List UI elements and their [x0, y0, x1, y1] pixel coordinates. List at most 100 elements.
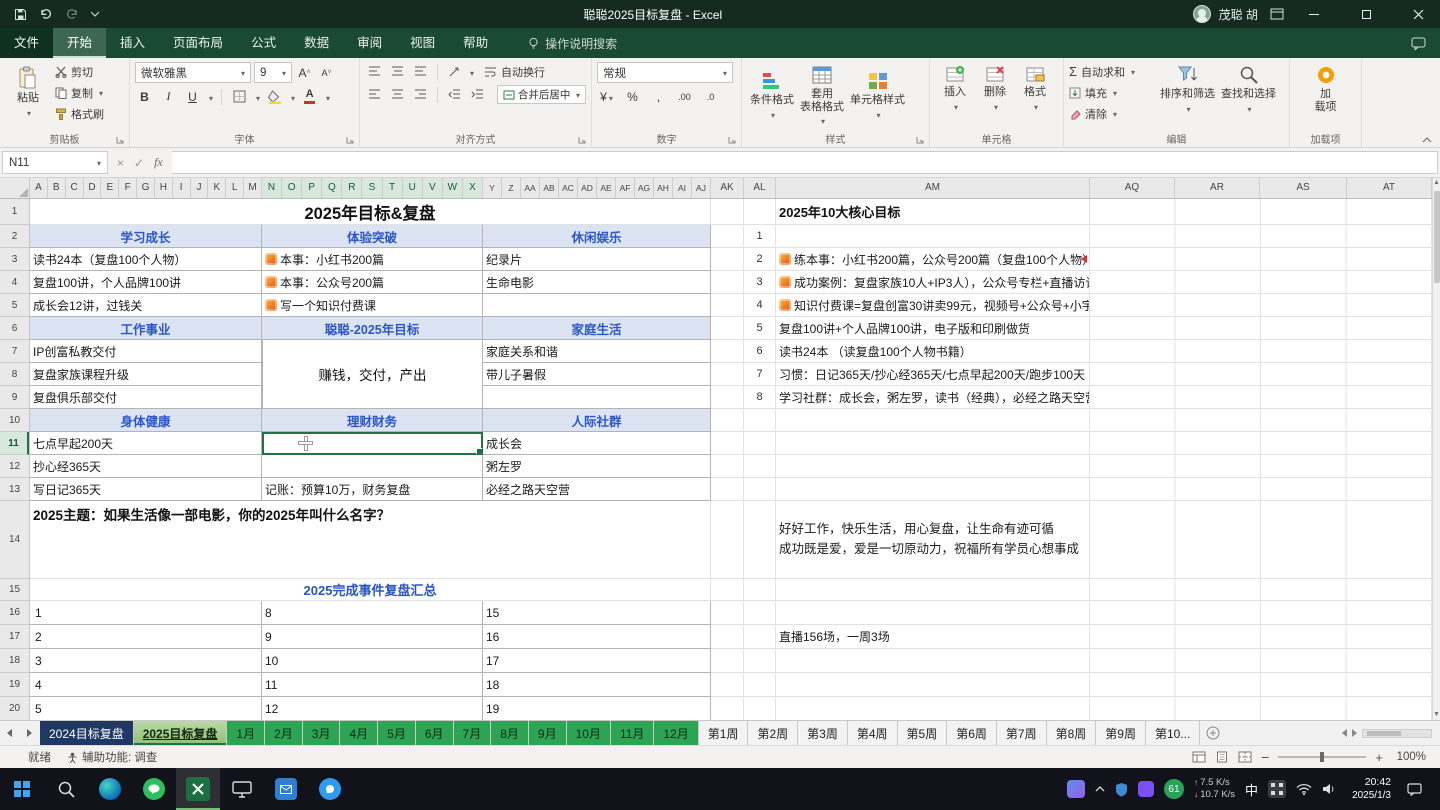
- summary-title[interactable]: 2025完成事件复盘汇总: [30, 579, 711, 601]
- column-header[interactable]: AF: [616, 178, 635, 198]
- cell[interactable]: 本事：小红书200篇: [262, 248, 483, 271]
- sheet-tab[interactable]: 第5周: [898, 721, 948, 745]
- sheet-tab[interactable]: 第3周: [798, 721, 848, 745]
- section-header-breakthrough[interactable]: 体验突破: [262, 225, 483, 248]
- action-center-icon[interactable]: [1407, 783, 1422, 796]
- column-header[interactable]: K: [208, 178, 226, 198]
- menu-tab[interactable]: 页面布局: [159, 28, 237, 58]
- undo-icon[interactable]: [39, 8, 53, 20]
- insert-function-icon[interactable]: fx: [154, 155, 163, 170]
- cell[interactable]: [711, 248, 744, 271]
- section-header-health[interactable]: 身体健康: [30, 409, 262, 432]
- cell[interactable]: 3: [30, 649, 262, 673]
- menu-tab[interactable]: 审阅: [343, 28, 396, 58]
- sheet-nav-right-icon[interactable]: [20, 721, 40, 745]
- column-header[interactable]: AS: [1260, 178, 1347, 198]
- column-header-selected[interactable]: O: [282, 178, 302, 198]
- sheet-tab[interactable]: 7月: [454, 721, 492, 745]
- column-header[interactable]: F: [119, 178, 137, 198]
- cell[interactable]: 写一个知识付费课: [262, 294, 483, 317]
- column-header[interactable]: M: [244, 178, 262, 198]
- shrink-font-button[interactable]: A˅: [317, 63, 336, 82]
- format-painter-button[interactable]: 格式刷: [55, 104, 104, 123]
- delete-cells-button[interactable]: 删除: [975, 62, 1015, 115]
- cell[interactable]: [1090, 363, 1432, 386]
- cell[interactable]: [711, 601, 744, 625]
- column-header[interactable]: AM: [776, 178, 1090, 198]
- sheet-tab[interactable]: 3月: [303, 721, 341, 745]
- italic-button[interactable]: I: [159, 87, 178, 106]
- cell[interactable]: 读书24本 （读复盘100个人物书籍）: [776, 340, 1090, 363]
- decrease-decimal-button[interactable]: .0: [701, 87, 720, 106]
- blessing-text[interactable]: 好好工作，快乐生活，用心复盘，让生命有迹可循成功既是爱，爱是一切原动力，祝福所有…: [776, 501, 1090, 579]
- scrollbar-thumb[interactable]: [1434, 191, 1440, 283]
- align-center-icon[interactable]: [388, 85, 407, 104]
- cell[interactable]: [711, 409, 744, 432]
- sheet-tab[interactable]: 第10...: [1146, 721, 1200, 745]
- cell[interactable]: [1090, 409, 1432, 432]
- cell[interactable]: 七点早起200天: [30, 432, 262, 455]
- font-color-button[interactable]: A: [300, 87, 319, 106]
- menu-tab[interactable]: 数据: [290, 28, 343, 58]
- cell[interactable]: [711, 649, 744, 673]
- formula-input[interactable]: [172, 151, 1438, 174]
- column-header[interactable]: AH: [654, 178, 673, 198]
- new-sheet-button[interactable]: [1200, 721, 1226, 745]
- decrease-indent-icon[interactable]: [445, 85, 464, 104]
- sheet-tab[interactable]: 10月: [567, 721, 611, 745]
- cell[interactable]: [776, 579, 1090, 601]
- column-header-selected[interactable]: S: [362, 178, 382, 198]
- tray-purple-icon[interactable]: [1138, 781, 1154, 797]
- cell[interactable]: [711, 317, 744, 340]
- save-icon[interactable]: [14, 8, 27, 21]
- conditional-formatting-button[interactable]: 条件格式: [747, 68, 797, 123]
- cell[interactable]: [776, 409, 1090, 432]
- cell[interactable]: 4: [744, 294, 776, 317]
- cell[interactable]: 5: [744, 317, 776, 340]
- tray-app-icon[interactable]: [1067, 780, 1085, 798]
- column-header-selected[interactable]: W: [443, 178, 463, 198]
- cell[interactable]: [711, 363, 744, 386]
- sheet-tab[interactable]: 5月: [378, 721, 416, 745]
- dialog-launcher-icon[interactable]: [346, 136, 354, 144]
- cell[interactable]: [776, 649, 1090, 673]
- cell[interactable]: 3: [744, 271, 776, 294]
- cell[interactable]: [776, 478, 1090, 501]
- percent-style-button[interactable]: %: [623, 87, 642, 106]
- row-header[interactable]: 5: [0, 294, 29, 317]
- cell[interactable]: [1090, 649, 1432, 673]
- column-header[interactable]: AD: [578, 178, 597, 198]
- cell[interactable]: [744, 455, 776, 478]
- column-header[interactable]: E: [101, 178, 119, 198]
- align-middle-icon[interactable]: [388, 62, 407, 81]
- insert-cells-button[interactable]: 插入: [935, 62, 975, 115]
- cell[interactable]: [744, 697, 776, 720]
- format-as-table-button[interactable]: 套用表格格式: [797, 62, 847, 130]
- cell[interactable]: 练本事：小红书200篇，公众号200篇（复盘100个人物）: [776, 248, 1090, 271]
- row-header[interactable]: 8: [0, 363, 29, 386]
- cell[interactable]: 复盘100讲+个人品牌100讲，电子版和印刷做货: [776, 317, 1090, 340]
- fill-color-button[interactable]: [265, 87, 284, 106]
- align-left-icon[interactable]: [365, 85, 384, 104]
- redo-icon[interactable]: [65, 8, 79, 20]
- cell[interactable]: [744, 432, 776, 455]
- comma-style-button[interactable]: ,: [649, 87, 668, 106]
- cell[interactable]: [1090, 673, 1432, 697]
- sheet-tab[interactable]: 第6周: [947, 721, 997, 745]
- minimize-button[interactable]: [1292, 0, 1336, 28]
- sheet-tab[interactable]: 2024目标复盘: [40, 721, 134, 745]
- column-header[interactable]: AJ: [692, 178, 711, 198]
- cell[interactable]: [1090, 579, 1432, 601]
- row-header[interactable]: 4: [0, 271, 29, 294]
- cell[interactable]: 纪录片: [483, 248, 711, 271]
- cell[interactable]: 17: [483, 649, 711, 673]
- cell[interactable]: 5: [30, 697, 262, 720]
- cell[interactable]: 带儿子暑假: [483, 363, 711, 386]
- optimizer-badge[interactable]: 61: [1164, 779, 1184, 799]
- row-header[interactable]: 20: [0, 697, 29, 720]
- cell[interactable]: 18: [483, 673, 711, 697]
- align-top-icon[interactable]: [365, 62, 384, 81]
- column-header[interactable]: J: [191, 178, 209, 198]
- column-header-selected[interactable]: P: [302, 178, 322, 198]
- cell[interactable]: [711, 697, 744, 720]
